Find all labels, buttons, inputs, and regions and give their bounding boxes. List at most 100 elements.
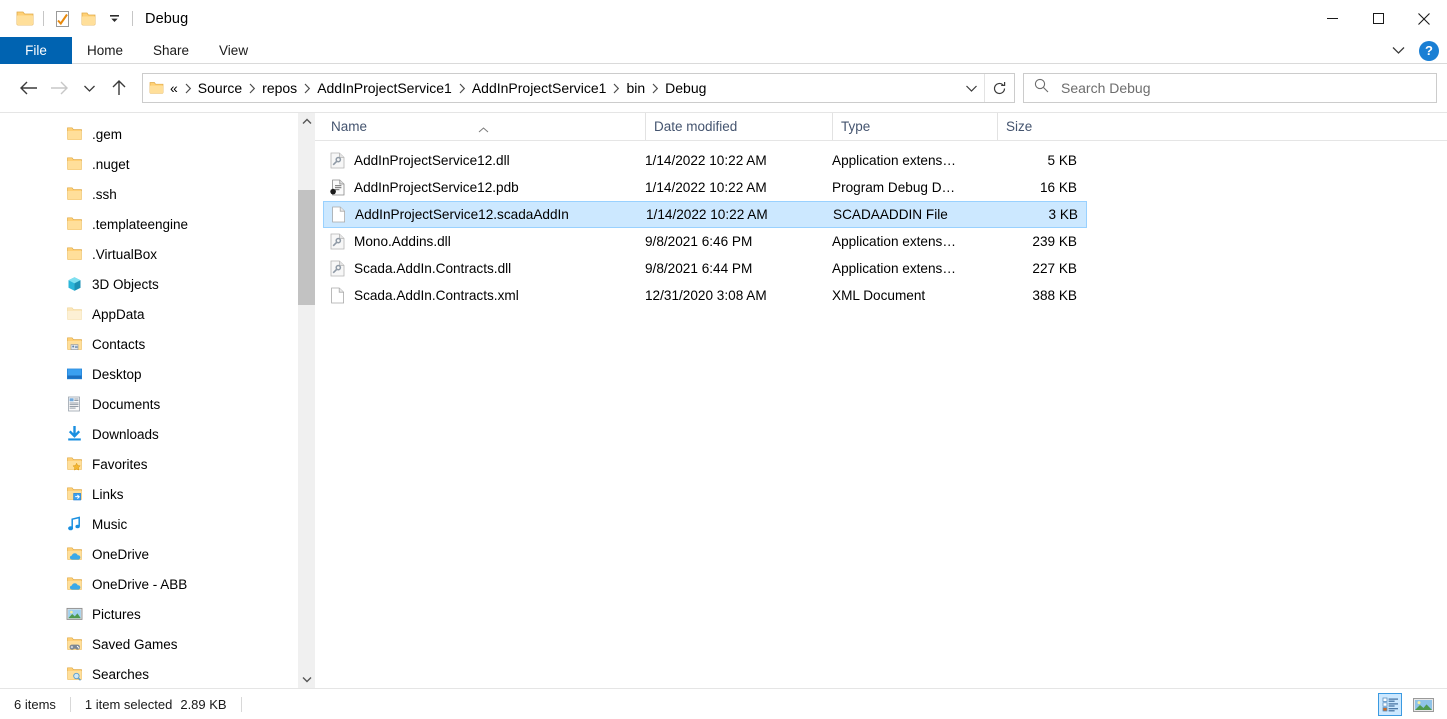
folder-icon[interactable] (12, 6, 38, 32)
breadcrumb-separator-icon[interactable] (611, 83, 621, 94)
sidebar-item-label: Favorites (92, 456, 148, 472)
quick-access-divider (43, 11, 44, 26)
table-row[interactable]: Scada.AddIn.Contracts.xml 12/31/2020 3:08… (323, 282, 1447, 309)
table-row[interactable]: Mono.Addins.dll 9/8/2021 6:46 PM Applicati… (323, 228, 1447, 255)
sidebar-item-desktop[interactable]: Desktop (0, 359, 298, 389)
table-row[interactable]: Scada.AddIn.Contracts.dll 9/8/2021 6:44 P… (323, 255, 1447, 282)
folder-icon (66, 216, 83, 233)
generic-file-icon (330, 206, 347, 224)
dll-file-icon (329, 260, 346, 278)
tab-file[interactable]: File (0, 37, 72, 64)
scroll-up-icon[interactable] (298, 113, 315, 130)
sidebar-item-links[interactable]: Links (0, 479, 298, 509)
sidebar-item-label: .ssh (92, 186, 117, 202)
refresh-button[interactable] (984, 74, 1014, 102)
sidebar-item-label: OneDrive - ABB (92, 576, 188, 592)
sidebar-item-label: OneDrive (92, 546, 150, 562)
breadcrumb-item-source[interactable]: Source (193, 74, 247, 102)
column-headers: Name Date modified Type Size (315, 113, 1447, 141)
breadcrumb-separator-icon[interactable] (247, 83, 257, 94)
searches-folder-icon (66, 666, 83, 683)
sidebar-item-nuget[interactable]: .nuget (0, 149, 298, 179)
column-header-date-modified[interactable]: Date modified (645, 113, 832, 140)
sidebar-item-label: Links (92, 486, 124, 502)
sidebar-item-saved-games[interactable]: Saved Games (0, 629, 298, 659)
back-button[interactable] (14, 71, 44, 105)
table-row[interactable]: AddInProjectService12.pdb 1/14/2022 10:22… (323, 174, 1447, 201)
navigation-scrollbar[interactable] (298, 113, 315, 688)
help-icon[interactable]: ? (1419, 40, 1439, 61)
customize-quick-access-icon[interactable] (101, 6, 127, 32)
sidebar-item-3d-objects[interactable]: 3D Objects (0, 269, 298, 299)
file-name-label: Mono.Addins.dll (354, 234, 451, 249)
sidebar-item-onedrive-abb[interactable]: OneDrive - ABB (0, 569, 298, 599)
up-button[interactable] (104, 71, 134, 105)
breadcrumb-item-addinprojectservice1-inner[interactable]: AddInProjectService1 (467, 74, 612, 102)
close-button[interactable] (1401, 0, 1447, 37)
column-header-name-label: Name (331, 119, 368, 134)
breadcrumb-separator-icon[interactable] (183, 83, 193, 94)
breadcrumb-separator-icon[interactable] (650, 83, 660, 94)
breadcrumb-item-debug[interactable]: Debug (660, 74, 711, 102)
folder-icon (66, 156, 83, 173)
table-row[interactable]: AddInProjectService12.scadaAddIn 1/14/202… (323, 201, 1087, 228)
tab-share[interactable]: Share (138, 37, 204, 64)
file-date-cell: 1/14/2022 10:22 AM (645, 180, 767, 195)
sidebar-item-pictures[interactable]: Pictures (0, 599, 298, 629)
tab-home[interactable]: Home (72, 37, 138, 64)
file-type-cell: Application extens… (832, 261, 956, 276)
forward-button[interactable] (44, 71, 74, 105)
tab-view[interactable]: View (204, 37, 263, 64)
new-folder-icon[interactable] (75, 6, 101, 32)
breadcrumb-item-addinprojectservice1[interactable]: AddInProjectService1 (312, 74, 457, 102)
search-box[interactable]: Search Debug (1023, 73, 1437, 103)
sidebar-item-appdata[interactable]: AppData (0, 299, 298, 329)
properties-icon[interactable] (49, 6, 75, 32)
scrollbar-thumb[interactable] (298, 190, 315, 305)
sidebar-item-label: AppData (92, 306, 145, 322)
contacts-folder-icon (66, 336, 83, 353)
sidebar-item-searches[interactable]: Searches (0, 659, 298, 688)
chevron-down-icon[interactable] (1387, 40, 1409, 62)
sidebar-item-contacts[interactable]: Contacts (0, 329, 298, 359)
file-name-cell: AddInProjectService12.scadaAddIn (324, 206, 646, 224)
sidebar-item-favorites[interactable]: Favorites (0, 449, 298, 479)
search-input[interactable]: Search Debug (1061, 80, 1151, 96)
sidebar-item-documents[interactable]: Documents (0, 389, 298, 419)
table-row[interactable]: AddInProjectService12.dll 1/14/2022 10:22… (323, 147, 1447, 174)
file-date-cell: 9/8/2021 6:46 PM (645, 234, 753, 249)
breadcrumb-item-repos[interactable]: repos (257, 74, 302, 102)
details-view-button[interactable] (1378, 693, 1402, 716)
column-header-name[interactable]: Name (323, 113, 645, 140)
large-icons-view-button[interactable] (1411, 693, 1435, 716)
sidebar-item-virtualbox[interactable]: .VirtualBox (0, 239, 298, 269)
generic-file-icon (329, 287, 346, 305)
sidebar-item-music[interactable]: Music (0, 509, 298, 539)
file-size-cell: 239 KB (1032, 234, 1077, 249)
sidebar-item-templateengine[interactable]: .templateengine (0, 209, 298, 239)
scrollbar-track[interactable] (298, 130, 315, 671)
minimize-button[interactable] (1309, 0, 1355, 37)
sidebar-item-label: Contacts (92, 336, 146, 352)
recent-locations-button[interactable] (74, 71, 104, 105)
column-header-size[interactable]: Size (997, 113, 1085, 140)
file-name-label: AddInProjectService12.dll (354, 153, 510, 168)
column-header-type[interactable]: Type (832, 113, 997, 140)
breadcrumb-item-bin[interactable]: bin (621, 74, 650, 102)
music-icon (66, 516, 83, 533)
folder-icon (66, 126, 83, 143)
file-type-cell: Application extens… (832, 153, 956, 168)
title-divider (132, 11, 133, 26)
address-dropdown-icon[interactable] (958, 74, 984, 102)
address-input[interactable]: « Source repos AddInProjectService1 AddI… (142, 73, 1015, 103)
scroll-down-icon[interactable] (298, 671, 315, 688)
sidebar-item-onedrive[interactable]: OneDrive (0, 539, 298, 569)
onedrive-folder-icon (66, 546, 83, 563)
breadcrumb-separator-icon[interactable] (302, 83, 312, 94)
sidebar-item-downloads[interactable]: Downloads (0, 419, 298, 449)
sidebar-item-ssh[interactable]: .ssh (0, 179, 298, 209)
maximize-button[interactable] (1355, 0, 1401, 37)
sidebar-item-label: Documents (92, 396, 161, 412)
breadcrumb-separator-icon[interactable] (457, 83, 467, 94)
sidebar-item-gem[interactable]: .gem (0, 119, 298, 149)
